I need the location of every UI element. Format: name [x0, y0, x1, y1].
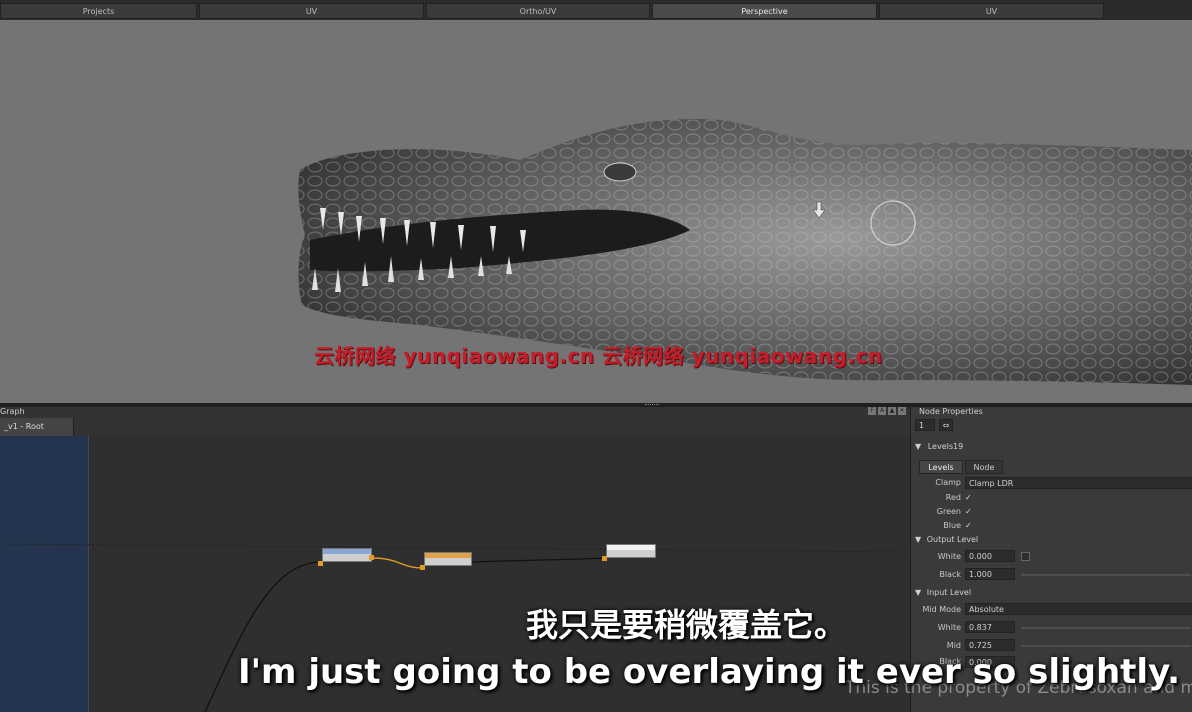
- output-white-label: White: [937, 552, 961, 561]
- output-white-checkbox[interactable]: [1021, 552, 1030, 561]
- red-label: Red: [945, 493, 961, 502]
- lock-icon[interactable]: ⇔: [939, 419, 953, 431]
- tab-levels[interactable]: Levels: [919, 460, 963, 474]
- index-field[interactable]: 1: [915, 419, 935, 431]
- output-level-title: Output Level: [926, 535, 979, 544]
- graph-panel-title: Graph: [0, 407, 25, 416]
- green-label: Green: [936, 507, 961, 516]
- graph-toolbar: F A ▲ ×: [868, 407, 906, 417]
- tab-uv[interactable]: UV: [199, 3, 424, 19]
- blue-label: Blue: [943, 521, 961, 530]
- triangle-icon[interactable]: ▲: [888, 407, 896, 415]
- graph-node-2[interactable]: [424, 552, 472, 566]
- green-checkbox[interactable]: ✓: [965, 507, 972, 516]
- output-black-slider[interactable]: [1021, 574, 1191, 576]
- collapse-arrow-icon: ▼: [915, 535, 922, 544]
- tab-projects[interactable]: Projects: [0, 3, 197, 19]
- node-header[interactable]: ▼ Levels19: [915, 442, 963, 451]
- frame-icon[interactable]: F: [868, 407, 876, 415]
- tab-uv-2[interactable]: UV: [879, 3, 1104, 19]
- graph-node-1[interactable]: [322, 548, 372, 562]
- input-level-title: Input Level: [926, 588, 972, 597]
- subtitle-chinese: 我只是要稍微覆盖它。: [525, 606, 846, 644]
- output-white-field[interactable]: 0.000: [965, 550, 1015, 562]
- input-port[interactable]: [602, 556, 607, 561]
- output-port[interactable]: [369, 555, 374, 560]
- blue-checkbox[interactable]: ✓: [965, 521, 972, 530]
- clamp-label: Clamp: [935, 478, 961, 487]
- graph-node-levels[interactable]: [606, 544, 656, 558]
- watermark-text: 云桥网络 yunqiaowang.cn 云桥网络 yunqiaowang.cn: [314, 344, 883, 368]
- 3d-viewport[interactable]: 云桥网络 yunqiaowang.cn 云桥网络 yunqiaowang.cn: [0, 20, 1192, 403]
- tab-perspective[interactable]: Perspective: [652, 3, 877, 19]
- tab-node[interactable]: Node: [965, 460, 1003, 474]
- input-port[interactable]: [318, 561, 323, 566]
- node-name: Levels19: [927, 442, 964, 451]
- output-black-label: Black: [939, 570, 961, 579]
- output-level-header[interactable]: ▼ Output Level: [915, 535, 978, 544]
- output-black-field[interactable]: 1.000: [965, 568, 1015, 580]
- tab-ortho-uv[interactable]: Ortho/UV: [426, 3, 650, 19]
- view-tab-bar: Projects UV Ortho/UV Perspective UV: [0, 0, 1192, 21]
- collapse-arrow-icon: ▼: [915, 442, 922, 451]
- collapse-arrow-icon: ▼: [915, 588, 922, 597]
- close-icon[interactable]: ×: [898, 407, 906, 415]
- graph-tab-root[interactable]: _v1 - Root: [0, 418, 74, 436]
- clamp-select[interactable]: Clamp LDR: [965, 477, 1192, 489]
- input-port[interactable]: [420, 565, 425, 570]
- align-icon[interactable]: A: [878, 407, 886, 415]
- input-level-header[interactable]: ▼ Input Level: [915, 588, 971, 597]
- properties-title: Node Properties: [919, 407, 983, 416]
- red-checkbox[interactable]: ✓: [965, 493, 972, 502]
- subtitle-english: I'm just going to be overlaying it ever …: [238, 652, 1181, 692]
